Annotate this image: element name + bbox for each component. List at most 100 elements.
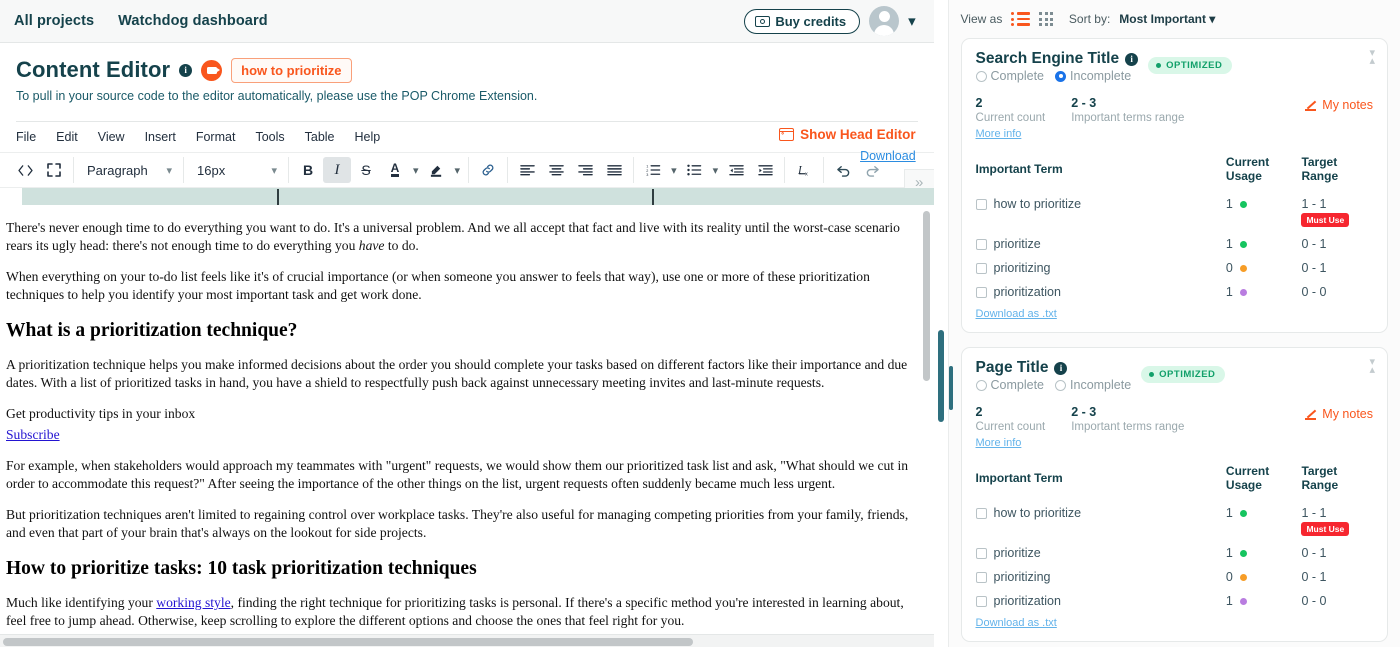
list-view-icon[interactable]	[1011, 12, 1031, 26]
toolbar-group-link	[469, 157, 509, 183]
clear-formatting-icon[interactable]: Ix	[790, 157, 818, 183]
radio-complete[interactable]: Complete	[975, 378, 1044, 392]
indent-icon[interactable]	[751, 157, 779, 183]
align-center-icon[interactable]	[542, 157, 570, 183]
info-icon[interactable]: i	[1054, 361, 1068, 375]
info-icon[interactable]: i	[179, 63, 193, 77]
term-checkbox[interactable]	[975, 262, 987, 274]
card-title: Search Engine Title i	[976, 50, 1139, 68]
card-collapse-toggle[interactable]: ▾ ▴	[1369, 357, 1375, 376]
grid-view-icon[interactable]	[1039, 12, 1053, 26]
bold-icon[interactable]: B	[294, 157, 322, 183]
radio-complete-control[interactable]	[975, 70, 987, 82]
must-use-badge: Must Use	[1301, 522, 1350, 536]
document-vertical-scrollbar-track[interactable]	[922, 205, 932, 647]
align-left-icon[interactable]	[513, 157, 541, 183]
radio-incomplete-control[interactable]	[1055, 379, 1067, 391]
menu-tools[interactable]: Tools	[247, 127, 292, 147]
undo-icon[interactable]	[829, 157, 857, 183]
bullet-list-chevron-down-icon[interactable]: ▾	[710, 164, 722, 177]
italic-icon[interactable]: I	[323, 157, 351, 183]
range-cell: 1 - 1 Must Use	[1301, 192, 1373, 232]
video-icon[interactable]	[201, 59, 223, 81]
nav-all-projects[interactable]: All projects	[14, 13, 94, 29]
radio-incomplete-label: Incomplete	[1070, 378, 1132, 392]
menu-help[interactable]: Help	[347, 127, 389, 147]
download-as-txt-link[interactable]: Download as .txt	[976, 617, 1057, 629]
sort-by-value[interactable]: Most Important ▾	[1119, 12, 1215, 26]
buy-credits-button[interactable]: Buy credits	[744, 8, 861, 34]
chevron-down-icon[interactable]: ▾	[908, 14, 916, 29]
fullscreen-icon[interactable]	[40, 157, 68, 183]
download-link[interactable]: Download	[860, 149, 916, 163]
link-icon[interactable]	[474, 157, 502, 183]
radio-incomplete-control[interactable]	[1055, 70, 1067, 82]
panel-scrollbar-thumb[interactable]	[937, 330, 944, 422]
term-checkbox[interactable]	[975, 547, 987, 559]
menu-view[interactable]: View	[90, 127, 133, 147]
strikethrough-icon[interactable]: S	[352, 157, 380, 183]
nav-watchdog-dashboard[interactable]: Watchdog dashboard	[118, 13, 267, 29]
text-color-chevron-down-icon[interactable]: ▾	[410, 164, 422, 177]
stat-terms-range: 2 - 3 Important terms range	[1071, 405, 1184, 433]
align-justify-icon[interactable]	[600, 157, 628, 183]
info-icon[interactable]: i	[1125, 52, 1139, 66]
radio-incomplete[interactable]: Incomplete	[1055, 69, 1131, 83]
outdent-icon[interactable]	[722, 157, 750, 183]
radio-complete-control[interactable]	[975, 379, 987, 391]
align-right-icon[interactable]	[571, 157, 599, 183]
paragraph-3: A prioritization technique helps you mak…	[6, 357, 908, 391]
menu-file[interactable]: File	[8, 127, 44, 147]
term-cell: how to prioritize	[975, 501, 1226, 541]
term-checkbox[interactable]	[975, 238, 987, 250]
term-checkbox[interactable]	[975, 595, 987, 607]
radio-complete[interactable]: Complete	[975, 69, 1044, 83]
term-checkbox[interactable]	[975, 198, 987, 210]
numbered-list-icon[interactable]: 123	[639, 157, 667, 183]
term-checkbox[interactable]	[975, 507, 987, 519]
menu-format[interactable]: Format	[188, 127, 244, 147]
menu-edit[interactable]: Edit	[48, 127, 86, 147]
more-info-link[interactable]: More info	[976, 128, 1022, 140]
radio-incomplete[interactable]: Incomplete	[1055, 378, 1131, 392]
target-range: 1 - 1	[1301, 197, 1327, 211]
source-code-icon[interactable]	[11, 157, 39, 183]
document-horizontal-scrollbar-thumb[interactable]	[3, 638, 693, 646]
editor-document[interactable]: There's never enough time to do everythi…	[0, 205, 934, 647]
my-notes-button[interactable]: My notes	[1305, 407, 1373, 421]
keyword-tag[interactable]: how to prioritize	[231, 57, 352, 83]
show-head-editor-button[interactable]: Show Head Editor	[779, 127, 916, 142]
document-vertical-scrollbar-thumb[interactable]	[922, 211, 930, 381]
download-as-txt-link[interactable]: Download as .txt	[976, 308, 1057, 320]
block-format-select[interactable]: Paragraph ▾	[79, 157, 178, 183]
menu-insert[interactable]: Insert	[137, 127, 184, 147]
card-collapse-toggle[interactable]: ▾ ▴	[1369, 48, 1375, 67]
avatar[interactable]	[869, 6, 900, 36]
global-topbar: All projects Watchdog dashboard Buy cred…	[0, 0, 934, 43]
toolbar-group-blockformat: Paragraph ▾	[74, 157, 184, 183]
column-header-usage: Current Usage	[1225, 155, 1270, 183]
current-count-label: Current count	[975, 421, 1046, 433]
table-row: how to prioritize 1 1 - 1 Must Use	[975, 192, 1373, 232]
editor-title-row: Content Editor i how to prioritize	[16, 57, 918, 83]
usage-count: 0	[1225, 570, 1233, 584]
text-color-icon[interactable]: A	[381, 157, 409, 183]
document-horizontal-scrollbar-track[interactable]	[0, 634, 934, 647]
term-cell: prioritizing	[975, 256, 1226, 280]
menu-table[interactable]: Table	[297, 127, 343, 147]
usage-cell: 0	[1226, 565, 1302, 589]
table-row: prioritize 1 0 - 1	[975, 541, 1373, 565]
panel-scrollbar-track[interactable]	[933, 0, 948, 647]
highlight-color-chevron-down-icon[interactable]: ▾	[452, 164, 464, 177]
bullet-list-icon[interactable]	[681, 157, 709, 183]
highlight-color-icon[interactable]	[423, 157, 451, 183]
subscribe-link[interactable]: Subscribe	[6, 427, 60, 442]
term-checkbox[interactable]	[975, 286, 987, 298]
term-checkbox[interactable]	[975, 571, 987, 583]
numbered-list-chevron-down-icon[interactable]: ▾	[668, 164, 680, 177]
font-size-select[interactable]: 16px ▾	[189, 157, 283, 183]
editor-document-area[interactable]: There's never enough time to do everythi…	[0, 205, 934, 647]
my-notes-button[interactable]: My notes	[1305, 98, 1373, 112]
working-style-link[interactable]: working style	[156, 595, 230, 610]
more-info-link[interactable]: More info	[976, 437, 1022, 449]
